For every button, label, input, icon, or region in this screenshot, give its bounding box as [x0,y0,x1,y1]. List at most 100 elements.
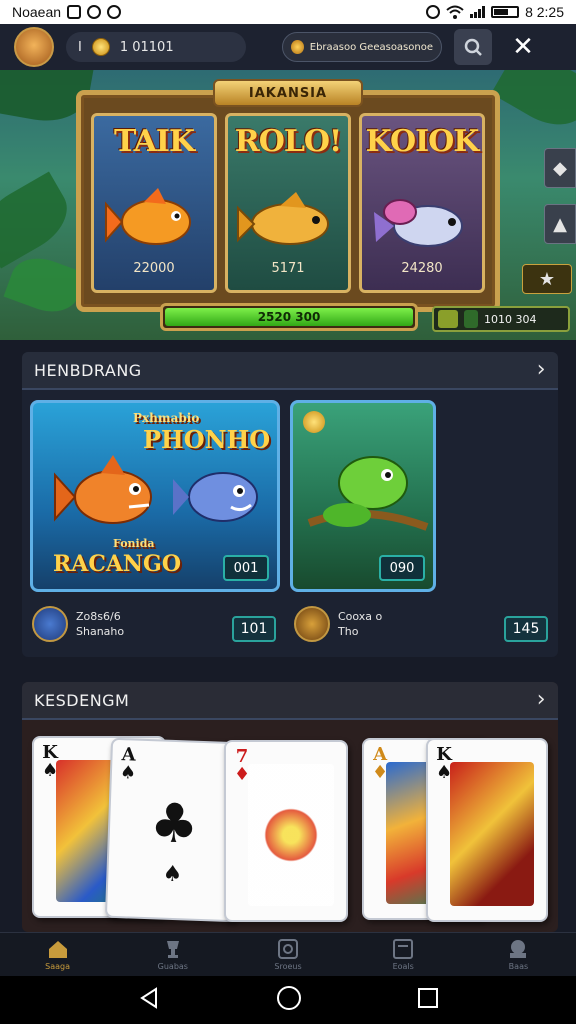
leaf-decoration [491,70,576,139]
meta-text: Zo8s6/6 Shanaho [76,609,124,639]
gift-icon: ★ [538,268,556,290]
arrow-icon: ◆ [553,157,567,179]
system-nav-bar [0,976,576,1024]
koi-fish-icon [374,199,463,247]
meta-badge[interactable]: 145 [504,616,548,642]
reel-value: 5171 [271,261,305,276]
nav-label: Baas [508,962,529,971]
avatar[interactable] [14,27,54,67]
card-badge: 001 [223,555,269,581]
battery-icon [491,6,520,18]
recents-square-icon [417,988,438,1008]
coin-icon [291,40,304,54]
side-menu-button[interactable]: ◆ [544,148,576,188]
nav-label: Guabas [157,962,188,971]
reel-title: TAIK [113,124,195,159]
search-icon [464,38,482,56]
game-card-green-fish[interactable]: 090 [290,400,436,592]
app-screen: Noaean 8 2:25 I 1 01101 Ebraasoo Geeasoa… [0,0,576,1024]
section-header[interactable]: HENBDRANG › [22,352,558,390]
spade-icon: ♠ [162,861,183,888]
recents-button[interactable] [417,987,439,1013]
record-icon [276,938,300,960]
jackpot-progress-bar: 2520 300 [160,303,418,331]
leaf-icon [464,310,478,328]
search-button[interactable] [454,29,492,65]
nav-item-records[interactable]: Sroeus [230,933,345,976]
playing-card-seven-diamonds[interactable]: 7 ♦ [224,740,348,922]
home-button[interactable] [276,985,302,1015]
home-icon [46,938,70,960]
reel-value: 22000 [133,261,175,276]
playing-card-king-face[interactable]: K ♠ [426,738,548,922]
reel-title: ROLO! [234,124,342,159]
nav-item-home[interactable]: Saaga [0,933,115,976]
orange-fish-icon [54,455,152,524]
meta-line1: Zo8s6/6 [76,610,121,623]
reel-3[interactable]: KOIOK 24280 [359,113,485,293]
hero-balance-pill[interactable]: 1010 304 [432,306,570,332]
hero-banner: IAKANSIA TAIK 22000 ROLO! 5171 KOIOK 242… [0,70,576,340]
nav-item-games[interactable]: Guabas [115,933,230,976]
reel-2[interactable]: ROLO! 5171 [225,113,351,293]
meta-line1: Cooxa o [338,610,383,623]
status-left: Noaean [12,4,122,20]
goldfish-icon [105,188,191,245]
section-featured: HENBDRANG › Pxhmabio PHONHO Fonida RACAN… [22,352,558,657]
blue-fish-icon [173,472,258,522]
close-button[interactable]: ✕ [504,29,542,65]
progress-fill: 2520 300 [165,308,413,326]
club-icon: ♣ [148,791,200,856]
chevron-right-icon[interactable]: › [537,689,546,711]
shield-icon [87,5,102,19]
notice-text: Ebraasoo Geeasoasonoe [309,41,433,53]
coin-icon [303,411,325,433]
back-triangle-icon [140,987,158,1009]
clock: 8 2:25 [525,4,564,20]
carrier-label: Noaean [12,4,62,20]
alarm-icon [426,5,441,19]
hero-balance-value: 1010 304 [484,312,537,326]
card-subtitle: Pxhmabio [133,411,200,425]
chevron-right-icon[interactable]: › [537,359,546,381]
card-rank: A ♠ [119,744,137,784]
notice-pill[interactable]: Ebraasoo Geeasoasonoe [282,32,442,62]
progress-label: 2520 300 [257,310,321,324]
playing-card-ace-clubs[interactable]: A ♠ ♣ ♠ [104,737,244,923]
meta-line2: Shanaho [76,625,125,638]
card-caption: Fonida [113,537,155,550]
balance-pill[interactable]: I 1 01101 [66,32,246,62]
card-meta-1: Zo8s6/6 Shanaho [32,606,124,642]
meta-badge[interactable]: 101 [232,616,276,642]
reward-button[interactable]: ★ [522,264,572,294]
green-fish-icon [307,456,429,531]
card-title: PHONHO [143,425,271,454]
card-badge: 090 [379,555,425,581]
section-title: KESDENGM [34,690,130,710]
game-card-phonho[interactable]: Pxhmabio PHONHO Fonida RACANGO 001 [30,400,280,592]
notification-d-icon [67,5,82,19]
trophy-icon [438,310,458,328]
status-bar: Noaean 8 2:25 [0,0,576,24]
trophy-icon [161,938,185,960]
profile-icon [506,938,530,960]
nav-item-events[interactable]: Eoals [346,933,461,976]
close-icon: ✕ [512,32,534,62]
nav-label: Sroeus [274,962,302,971]
nav-label: Eoals [392,962,414,971]
slot-marquee[interactable]: IAKANSIA TAIK 22000 ROLO! 5171 KOIOK 242… [76,79,500,312]
side-tool-button[interactable]: ▲ [544,204,576,244]
leaf-decoration [3,249,87,321]
nav-item-profile[interactable]: Baas [461,933,576,976]
balance-prefix: I [78,39,82,55]
card-footer-title: RACANGO [53,551,181,577]
back-button[interactable] [137,986,161,1014]
coin-icon [91,38,110,56]
hammer-icon: ▲ [553,213,567,235]
reel-title: KOIOK [365,124,480,159]
card-face-art [450,762,534,906]
section-header[interactable]: KESDENGM › [22,682,558,720]
reel-1[interactable]: TAIK 22000 [91,113,217,293]
meta-line2: Tho [338,625,359,638]
sync-icon [107,5,122,19]
